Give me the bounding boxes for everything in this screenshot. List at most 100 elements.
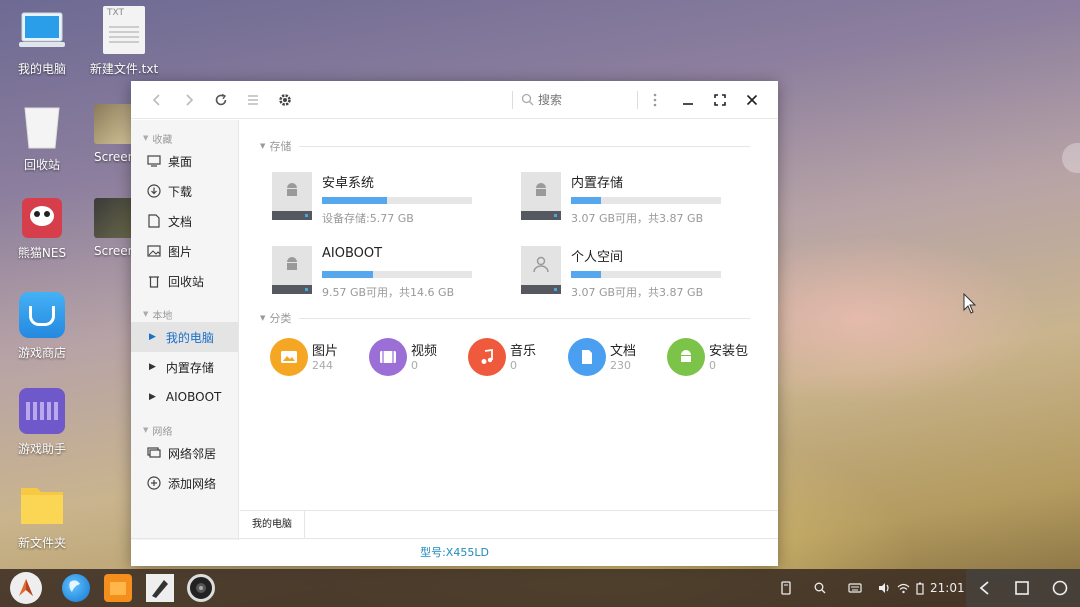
category-count: 230 bbox=[610, 359, 631, 372]
storage-usage-bar bbox=[571, 197, 721, 204]
more-vertical-icon bbox=[653, 93, 657, 106]
category-documents[interactable]: 文档 230 bbox=[568, 338, 663, 378]
desktop-icon-label: 新文件夹 bbox=[17, 536, 66, 550]
pen-icon bbox=[152, 580, 168, 598]
user-drive-icon bbox=[521, 246, 561, 294]
taskbar-app-camera[interactable] bbox=[187, 574, 215, 602]
category-pictures[interactable]: 图片 244 bbox=[270, 338, 365, 378]
desktop-icon-label: 游戏商店 bbox=[17, 346, 66, 360]
home-icon[interactable] bbox=[1052, 580, 1068, 596]
sidebar-section-local[interactable]: ▼ 本地 bbox=[131, 296, 238, 322]
sidebar-item-label: AIOBOOT bbox=[165, 390, 222, 404]
desktop-icon-label: 新建文件.txt bbox=[89, 62, 159, 76]
desktop-icon-game-store[interactable]: 游戏商店 bbox=[0, 292, 84, 361]
sidebar-item-documents[interactable]: 文档 bbox=[131, 206, 238, 236]
taskbar-app-notes[interactable] bbox=[146, 574, 174, 602]
volume-icon[interactable] bbox=[878, 582, 891, 594]
phoenix-logo-icon bbox=[19, 579, 33, 596]
category-packages[interactable]: 安装包 0 bbox=[667, 338, 762, 378]
storage-device-icon[interactable] bbox=[780, 581, 792, 595]
settings-button[interactable] bbox=[269, 84, 301, 116]
refresh-button[interactable] bbox=[205, 84, 237, 116]
sidebar-item-pictures[interactable]: 图片 bbox=[131, 236, 238, 266]
search-input[interactable] bbox=[538, 92, 618, 107]
taskbar-app-file-manager[interactable] bbox=[104, 574, 132, 602]
sidebar-item-label: 下载 bbox=[168, 184, 193, 199]
document-icon bbox=[568, 338, 606, 376]
desktop-icon-game-assistant[interactable]: 游戏助手 bbox=[0, 388, 84, 457]
device-model: 型号:X455LD bbox=[420, 546, 489, 559]
image-icon bbox=[270, 338, 308, 376]
list-icon bbox=[248, 94, 258, 105]
keyboard-icon[interactable] bbox=[848, 583, 862, 593]
categories-section-header[interactable]: ▼ 分类 bbox=[240, 310, 778, 326]
sidebar-item-my-computer[interactable]: ▶ 我的电脑 bbox=[131, 322, 238, 352]
search-box[interactable] bbox=[521, 87, 629, 113]
storage-name: 内置存储 bbox=[571, 176, 624, 191]
sidebar-item-label: 添加网络 bbox=[168, 476, 217, 491]
sidebar-section-network[interactable]: ▼ 网络 bbox=[131, 412, 238, 438]
desktop-icon-new-folder[interactable]: 新文件夹 bbox=[0, 482, 84, 551]
category-music[interactable]: 音乐 0 bbox=[468, 338, 563, 378]
back-nav-icon[interactable] bbox=[978, 580, 992, 596]
close-button[interactable] bbox=[736, 84, 768, 116]
sidebar-item-label: 图片 bbox=[168, 244, 193, 259]
expand-arrow-icon[interactable]: ▶ bbox=[149, 332, 156, 342]
desktop-icon-my-computer[interactable]: 我的电脑 bbox=[0, 8, 84, 77]
category-name: 图片 bbox=[312, 344, 339, 359]
storage-usage-bar bbox=[322, 197, 472, 204]
sidebar-item-add-network[interactable]: 添加网络 bbox=[131, 468, 238, 498]
clock[interactable]: 21:01 bbox=[930, 581, 965, 595]
storage-item-android-system[interactable]: 安卓系统 设备存储:5.77 GB bbox=[272, 172, 502, 232]
storage-section-header[interactable]: ▼ 存储 bbox=[240, 138, 778, 154]
floating-side-button[interactable] bbox=[1062, 143, 1080, 173]
desktop-icon-new-txt[interactable]: TXT 新建文件.txt bbox=[82, 6, 166, 77]
expand-arrow-icon[interactable]: ▶ bbox=[149, 392, 156, 402]
forward-button[interactable] bbox=[173, 84, 205, 116]
sidebar-section-label: 网络 bbox=[152, 426, 173, 438]
storage-item-internal-storage[interactable]: 内置存储 3.07 GB可用，共3.87 GB bbox=[521, 172, 751, 232]
sidebar-section-favorites[interactable]: ▼ 收藏 bbox=[131, 120, 238, 146]
add-circle-icon bbox=[146, 475, 162, 491]
sidebar-item-internal-storage[interactable]: ▶ 内置存储 bbox=[131, 352, 238, 382]
category-name: 安装包 bbox=[709, 344, 749, 359]
system-tray: 21:01 bbox=[780, 569, 965, 607]
sidebar-section-label: 收藏 bbox=[152, 134, 173, 146]
wifi-icon[interactable] bbox=[897, 583, 910, 594]
maximize-button[interactable] bbox=[704, 84, 736, 116]
trash-icon bbox=[146, 273, 162, 289]
toolbar bbox=[131, 81, 778, 119]
tab-my-computer[interactable]: 我的电脑 bbox=[240, 511, 305, 538]
storage-item-personal-space[interactable]: 个人空间 3.07 GB可用，共3.87 GB bbox=[521, 246, 751, 306]
more-menu-button[interactable] bbox=[646, 84, 664, 116]
recent-apps-icon[interactable] bbox=[1015, 581, 1029, 595]
taskbar-app-browser[interactable] bbox=[62, 574, 90, 602]
sidebar-item-trash[interactable]: 回收站 bbox=[131, 266, 238, 296]
storage-item-aioboot[interactable]: AIOBOOT 9.57 GB可用，共14.6 GB bbox=[272, 246, 502, 306]
sidebar-item-desktop[interactable]: 桌面 bbox=[131, 146, 238, 176]
start-menu-button[interactable] bbox=[10, 572, 42, 604]
computer-icon bbox=[19, 8, 65, 54]
sidebar-item-downloads[interactable]: 下载 bbox=[131, 176, 238, 206]
txt-file-icon: TXT bbox=[103, 6, 145, 54]
camera-lens-icon bbox=[196, 583, 206, 593]
battery-icon[interactable] bbox=[916, 582, 924, 595]
sidebar-item-network-neighbors[interactable]: 网络邻居 bbox=[131, 438, 238, 468]
image-thumbnail-icon bbox=[94, 198, 134, 238]
minimize-button[interactable] bbox=[672, 84, 704, 116]
minimize-icon bbox=[683, 102, 693, 105]
chevron-right-icon bbox=[186, 93, 194, 106]
expand-arrow-icon[interactable]: ▶ bbox=[149, 362, 156, 372]
desktop-icon-label: 我的电脑 bbox=[17, 62, 66, 76]
taskbar: 21:01 bbox=[0, 569, 1080, 607]
category-name: 视频 bbox=[411, 344, 438, 359]
sidebar-item-aioboot[interactable]: ▶ AIOBOOT bbox=[131, 382, 238, 412]
category-videos[interactable]: 视频 0 bbox=[369, 338, 464, 378]
search-icon[interactable] bbox=[814, 582, 826, 594]
divider bbox=[512, 90, 513, 109]
storage-info: 3.07 GB可用，共3.87 GB bbox=[571, 212, 704, 225]
search-icon bbox=[521, 93, 534, 106]
storage-info: 3.07 GB可用，共3.87 GB bbox=[571, 286, 704, 299]
view-toggle-button[interactable] bbox=[237, 84, 269, 116]
back-button[interactable] bbox=[141, 84, 173, 116]
